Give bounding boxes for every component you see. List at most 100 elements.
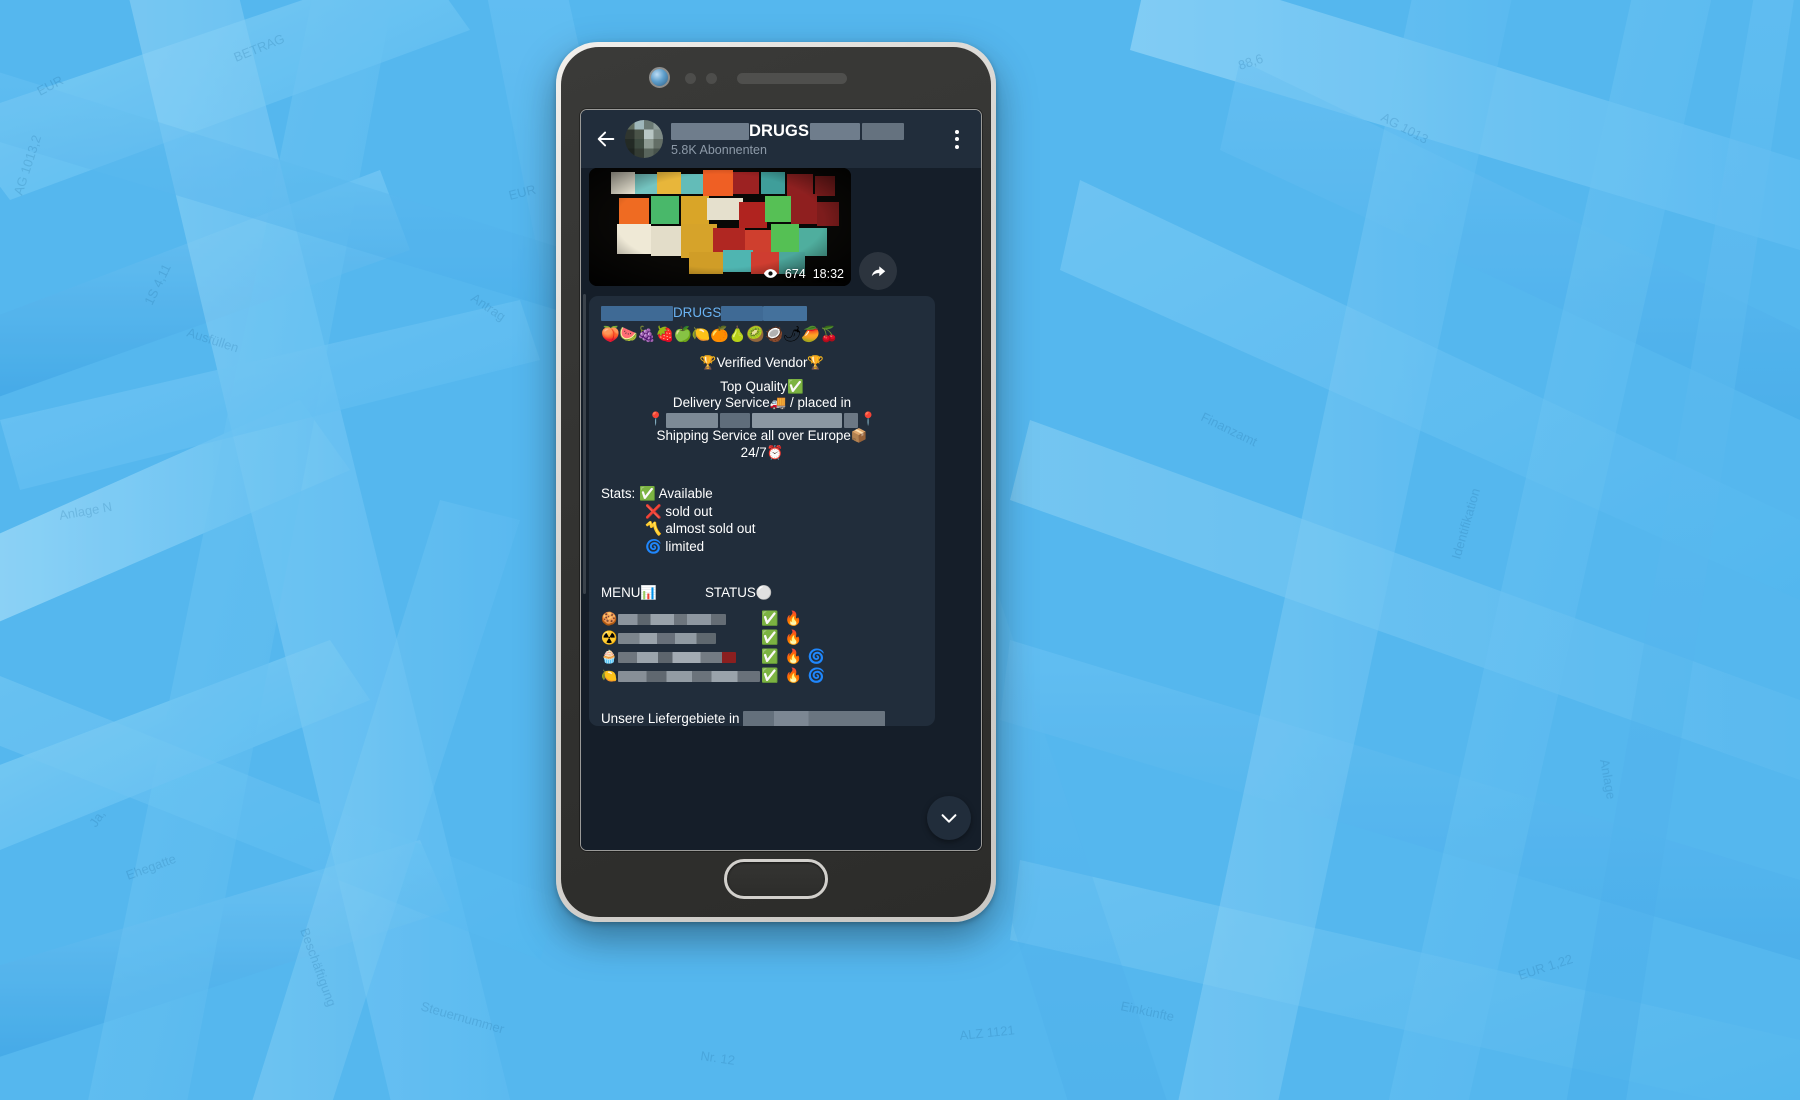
status-icon-0-0: ✅	[761, 611, 779, 628]
redacted-channel-suffix	[721, 305, 764, 321]
redacted-title-prefix	[671, 123, 749, 140]
proximity-sensor-icon	[685, 73, 696, 84]
chat-title: DRUGS	[749, 122, 810, 140]
delivery-areas-line: Unsere Liefergebiete in	[601, 711, 923, 726]
stats-label-3: limited	[665, 539, 705, 554]
status-row-2: ✅ 🔥 🌀	[761, 649, 825, 666]
status-row-0: ✅ 🔥	[761, 611, 825, 628]
status-row-3: ✅ 🔥 🌀	[761, 668, 825, 685]
redacted-item-name-3	[618, 670, 760, 682]
redacted-channel-suffix-2	[763, 305, 808, 321]
view-count: 674	[784, 266, 806, 281]
stats-label-0: Available	[658, 485, 713, 501]
table-row: 🍋	[601, 668, 761, 685]
message-list[interactable]: 674 18:32 DRUGS 🍑🍉🍇🍓🍏🍋🍊🍐🥝🥥🌶�	[581, 168, 981, 850]
subscriber-count: 5.8K Abonnenten	[671, 143, 767, 157]
phone-mockup: DRUGS 5.8K Abonnenten 674 18:32 DRUGS 🍑🍉…	[556, 42, 996, 922]
stats-icon-3: 🌀	[645, 540, 662, 555]
channel-link[interactable]: DRUGS	[673, 305, 721, 320]
redacted-location-d	[844, 412, 858, 428]
back-button[interactable]	[589, 122, 623, 156]
scroll-to-bottom-button[interactable]	[927, 796, 971, 840]
more-vertical-icon-dot	[955, 137, 959, 141]
status-icon-2-1: 🔥	[784, 649, 802, 666]
avatar-pixelated-image	[625, 120, 663, 158]
stats-label-2: almost sold out	[665, 521, 756, 537]
menu-table: 🍪 ☢️ 🧁 🍋 ✅ 🔥 ✅ 🔥 ✅ 🔥 🌀 ✅ 🔥 🌀	[601, 611, 923, 687]
front-camera-icon	[649, 67, 670, 88]
header-text: DRUGS 5.8K Abonnenten	[671, 121, 943, 157]
chat-header: DRUGS 5.8K Abonnenten	[581, 110, 981, 168]
delivery-areas-text: Unsere Liefergebiete in	[601, 710, 740, 726]
more-vertical-icon-dot	[955, 144, 959, 149]
status-icon-0-1: 🔥	[784, 611, 802, 628]
stats-row-3: 🌀 limited	[645, 539, 923, 557]
status-icon-3-1: 🔥	[784, 668, 802, 685]
stats-icon-2: 〽️	[645, 522, 662, 538]
status-row-1: ✅ 🔥	[761, 630, 825, 647]
more-vertical-icon-dot	[955, 129, 959, 134]
text-message-bubble[interactable]: DRUGS 🍑🍉🍇🍓🍏🍋🍊🍐🥝🥥🌶🥭🍒 🏆Verified Vendor🏆 To…	[589, 296, 935, 726]
channel-link-line: DRUGS	[601, 305, 923, 322]
home-button[interactable]	[724, 859, 828, 899]
overflow-menu-button[interactable]	[943, 122, 971, 156]
hours-line: 24/7⏰	[740, 445, 784, 460]
table-row: 🍪	[601, 611, 761, 628]
pin-left-icon: 📍	[647, 412, 664, 427]
photo-meta: 674 18:32	[763, 266, 844, 281]
arrow-left-icon	[597, 131, 615, 147]
redacted-location-b	[720, 412, 750, 428]
stats-label-1: sold out	[665, 503, 713, 519]
stats-row-1: ❌ sold out	[645, 504, 923, 522]
status-column-header: STATUS⚪	[705, 584, 773, 600]
pin-right-icon: 📍	[860, 412, 877, 427]
redacted-item-name-2	[618, 651, 736, 663]
redacted-location-a	[666, 412, 718, 428]
photo-message[interactable]: 674 18:32	[589, 168, 851, 286]
light-sensor-icon	[706, 73, 717, 84]
eye-icon	[763, 269, 777, 278]
status-icon-1-0: ✅	[761, 630, 779, 647]
table-row: 🧁	[601, 649, 761, 666]
menu-column-header: MENU📊	[601, 584, 658, 600]
location-line: 📍 📍	[601, 412, 923, 428]
redacted-location-c	[752, 412, 842, 428]
stats-row-0: Stats: ✅ Available	[601, 486, 923, 504]
share-forward-icon	[871, 265, 885, 276]
forward-button[interactable]	[859, 252, 897, 290]
status-icon-3-2: 🌀	[807, 668, 826, 685]
verified-vendor-line: 🏆Verified Vendor🏆	[699, 354, 825, 370]
redacted-item-name-0	[618, 613, 726, 625]
redacted-title-suffix	[810, 123, 861, 140]
fruit-emoji-row: 🍑🍉🍇🍓🍏🍋🍊🍐🥝🥥🌶🥭🍒	[601, 324, 838, 343]
status-icon-1-1: 🔥	[784, 630, 802, 647]
status-column: ✅ 🔥 ✅ 🔥 ✅ 🔥 🌀 ✅ 🔥 🌀	[761, 611, 825, 687]
shipping-line: Shipping Service all over Europe📦	[656, 428, 868, 444]
status-icon-3-0: ✅	[761, 668, 779, 685]
row-emoji-1: ☢️	[601, 630, 618, 646]
table-row: ☢️	[601, 630, 761, 647]
stats-icon-0: ✅	[638, 486, 656, 502]
row-emoji-3: 🍋	[601, 668, 618, 684]
redacted-channel-prefix	[601, 305, 673, 321]
chat-title-row: DRUGS	[671, 121, 943, 142]
redacted-item-name-1	[618, 632, 716, 644]
row-emoji-0: 🍪	[601, 611, 618, 627]
top-quality-line: Top Quality✅	[720, 378, 804, 394]
redacted-areas	[743, 711, 886, 726]
scroll-indicator[interactable]	[583, 294, 586, 594]
delivery-service-line: Delivery Service🚚 / placed in	[672, 395, 852, 411]
status-icon-2-2: 🌀	[807, 649, 826, 666]
earpiece-speaker	[737, 73, 847, 84]
redacted-title-suffix-2	[862, 123, 905, 140]
stats-label: Stats:	[601, 485, 636, 501]
avatar[interactable]	[625, 120, 663, 158]
stats-icon-1: ❌	[645, 504, 662, 520]
menu-names-column: 🍪 ☢️ 🧁 🍋	[601, 611, 761, 687]
row-emoji-2: 🧁	[601, 649, 618, 665]
